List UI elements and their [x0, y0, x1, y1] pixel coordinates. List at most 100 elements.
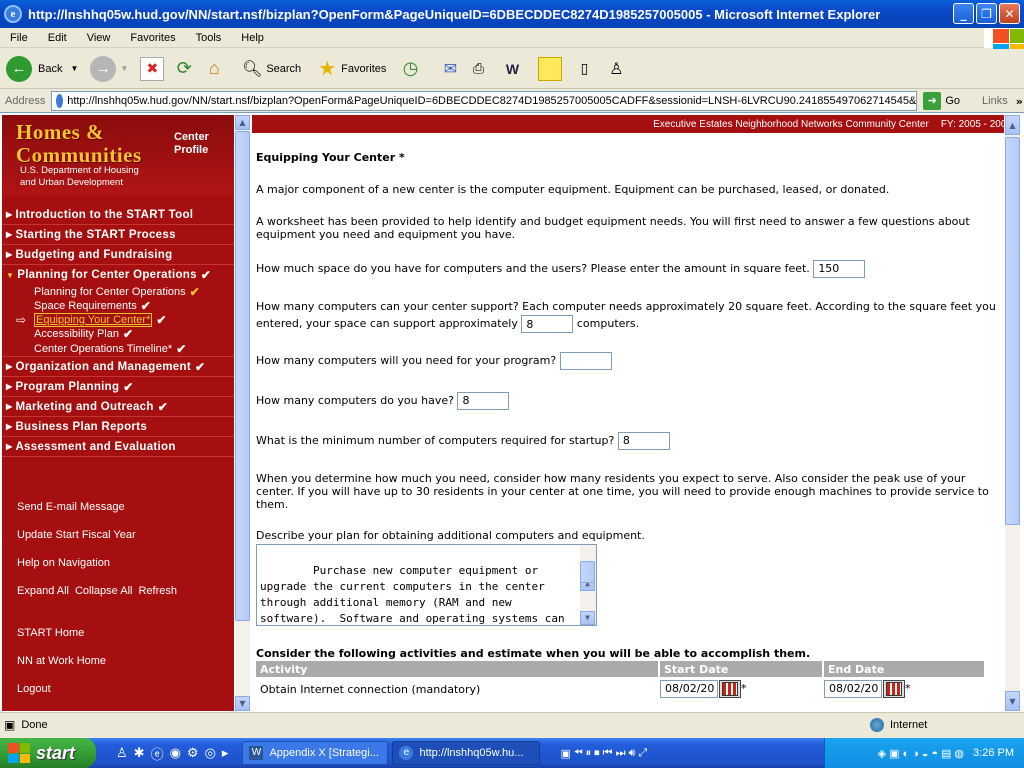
task-ie-window[interactable]: e http://lnshhq05w.hu... — [392, 741, 541, 765]
menu-view[interactable]: View — [77, 32, 121, 44]
expand-all-link[interactable]: Expand All — [17, 585, 69, 597]
sidebar-item-organization[interactable]: ▶ Organization and Management ✔ — [2, 357, 234, 377]
have-input[interactable]: 8 — [457, 392, 510, 410]
sidebar-item-reports[interactable]: ▶ Business Plan Reports — [2, 417, 234, 437]
quicklaunch-settings-icon[interactable]: ⚙ — [187, 746, 199, 761]
quicklaunch-ie-icon[interactable]: ⓔ — [151, 744, 164, 763]
back-dropdown-icon[interactable]: ▼ — [70, 64, 78, 73]
tray-icons[interactable]: ◈▣◐◑◒◓▤◍ — [878, 747, 967, 760]
history-icon[interactable]: ◷ — [398, 57, 422, 81]
main-scrollbar[interactable]: ▲ ▼ — [1005, 115, 1020, 711]
refresh-link[interactable]: Refresh — [138, 585, 177, 597]
task-word-document[interactable]: W Appendix X [Strategi... — [242, 741, 389, 765]
sidebar-subitem-planning[interactable]: Planning for Center Operations ✔ — [2, 285, 234, 299]
start-home-link[interactable]: START Home — [17, 619, 177, 647]
menu-tools[interactable]: Tools — [186, 32, 232, 44]
minimize-button[interactable]: _ — [953, 3, 974, 24]
sidebar-subitem-equipping[interactable]: ⇨ Equipping Your Center* ✔ — [2, 313, 234, 327]
research-icon[interactable]: ♙ — [604, 57, 628, 81]
task-label: Appendix X [Strategi... — [269, 747, 379, 759]
media-rewind-icon[interactable]: ⏪︎ — [574, 746, 583, 760]
media-volume-icon[interactable]: 🔊︎ — [628, 746, 635, 760]
min-input[interactable]: 8 — [617, 432, 670, 450]
calendar-icon[interactable] — [719, 680, 741, 698]
start-date-input[interactable]: 08/02/20 — [660, 680, 718, 698]
media-expand-icon[interactable]: ⤢ — [638, 746, 647, 760]
edit-word-icon[interactable]: W — [500, 57, 524, 81]
menu-file[interactable]: File — [0, 32, 38, 44]
sidebar-item-budgeting[interactable]: ▶ Budgeting and Fundraising — [2, 245, 234, 265]
help-navigation-link[interactable]: Help on Navigation — [17, 549, 177, 577]
calendar-icon[interactable] — [883, 680, 905, 698]
stop-icon[interactable]: ✖ — [140, 56, 165, 81]
print-icon[interactable]: ⎙ — [466, 57, 490, 81]
textarea-scrollbar[interactable]: ▲ ▼ — [580, 545, 596, 625]
media-prev-icon[interactable]: ⏮︎ — [603, 746, 613, 760]
update-fiscal-year-link[interactable]: Update Start Fiscal Year — [17, 521, 177, 549]
sidebar-subitem-timeline[interactable]: Center Operations Timeline* ✔ — [2, 341, 234, 357]
close-button[interactable]: ✕ — [999, 3, 1020, 24]
sidebar-subitem-space[interactable]: Space Requirements ✔ — [2, 299, 234, 313]
quicklaunch-arrow-icon[interactable]: ▸ — [222, 746, 229, 761]
media-logo-icon: ▣ — [560, 746, 571, 760]
scroll-down-icon[interactable]: ▼ — [1005, 691, 1020, 711]
start-button[interactable]: start — [0, 738, 96, 768]
media-stop-icon[interactable]: ⏹︎ — [594, 746, 600, 760]
table-row: Obtain Internet connection (mandatory) 0… — [256, 677, 986, 701]
sidebar-item-introduction[interactable]: ▶ Introduction to the START Tool — [2, 205, 234, 225]
media-pause-icon[interactable]: ⏸︎ — [586, 746, 592, 760]
back-button[interactable]: ← Back ▼ — [6, 55, 78, 82]
scroll-up-icon[interactable]: ▲ — [1005, 115, 1020, 135]
table-header: Activity Start Date End Date — [256, 661, 986, 677]
address-label: Address — [5, 95, 46, 107]
scroll-down-icon[interactable]: ▼ — [235, 696, 250, 711]
sidebar-item-planning[interactable]: ▼ Planning for Center Operations ✔ — [2, 265, 234, 285]
note-icon[interactable] — [538, 56, 563, 81]
address-bar: Address http://lnshhq05w.hud.gov/NN/star… — [0, 90, 1024, 112]
collapse-all-link[interactable]: Collapse All — [75, 585, 132, 597]
quicklaunch-firefox-icon[interactable]: ◉ — [170, 746, 181, 761]
mail-icon[interactable]: ✉ — [438, 57, 462, 81]
address-input[interactable]: http://lnshhq05w.hud.gov/NN/start.nsf/bi… — [51, 91, 918, 111]
main-scroll-thumb[interactable] — [1005, 137, 1020, 525]
end-date-input[interactable]: 08/02/20 — [824, 680, 882, 698]
clock[interactable]: 3:26 PM — [973, 747, 1014, 759]
sidebar-scrollbar[interactable]: ▲ ▼ — [235, 115, 250, 711]
textarea-scroll-thumb[interactable] — [580, 561, 595, 583]
search-button[interactable]: 🔍︎ Search — [240, 57, 301, 81]
media-next-icon[interactable]: ⏭︎ — [616, 746, 626, 760]
scroll-down-icon[interactable]: ▼ — [580, 611, 595, 625]
support-input[interactable]: 8 — [521, 315, 574, 333]
center-profile-link[interactable]: Center Profile — [174, 131, 209, 157]
space-input[interactable]: 150 — [813, 260, 866, 278]
menu-help[interactable]: Help — [231, 32, 274, 44]
send-email-link[interactable]: Send E-mail Message — [17, 493, 177, 521]
messenger-icon[interactable]: ▯ — [572, 57, 596, 81]
go-button[interactable]: ➜ Go — [923, 92, 960, 110]
menu-favorites[interactable]: Favorites — [120, 32, 185, 44]
maximize-button[interactable]: ❐ — [976, 3, 997, 24]
nn-at-work-home-link[interactable]: NN at Work Home — [17, 647, 177, 675]
menu-edit[interactable]: Edit — [38, 32, 77, 44]
scroll-up-icon[interactable]: ▲ — [235, 115, 250, 130]
need-input[interactable] — [559, 352, 612, 370]
home-icon[interactable]: ⌂ — [202, 57, 226, 81]
sidebar-item-program[interactable]: ▶ Program Planning ✔ — [2, 377, 234, 397]
favorites-button[interactable]: ★ Favorites — [315, 57, 386, 81]
forward-arrow-icon: → — [90, 55, 117, 82]
forward-dropdown-icon[interactable]: ▼ — [120, 64, 128, 73]
sidebar-item-starting[interactable]: ▶ Starting the START Process — [2, 225, 234, 245]
links-button[interactable]: Links — [982, 95, 1008, 107]
quicklaunch-person-icon[interactable]: ♙ — [116, 746, 128, 761]
sidebar-item-assessment[interactable]: ▶ Assessment and Evaluation — [2, 437, 234, 457]
sidebar-subitem-accessibility[interactable]: Accessibility Plan ✔ — [2, 327, 234, 341]
links-chevron-icon[interactable]: » — [1016, 95, 1023, 108]
forward-button[interactable]: → ▼ — [90, 55, 128, 82]
quicklaunch-media-icon[interactable]: ◎ — [205, 746, 216, 761]
sidebar-scroll-thumb[interactable] — [235, 131, 250, 621]
sidebar-item-marketing[interactable]: ▶ Marketing and Outreach ✔ — [2, 397, 234, 417]
refresh-icon[interactable]: ⟳ — [172, 57, 196, 81]
plan-textarea[interactable]: Purchase new computer equipment or upgra… — [256, 544, 597, 626]
logout-link[interactable]: Logout — [17, 675, 177, 703]
quicklaunch-gear-icon[interactable]: ✱ — [134, 746, 145, 761]
